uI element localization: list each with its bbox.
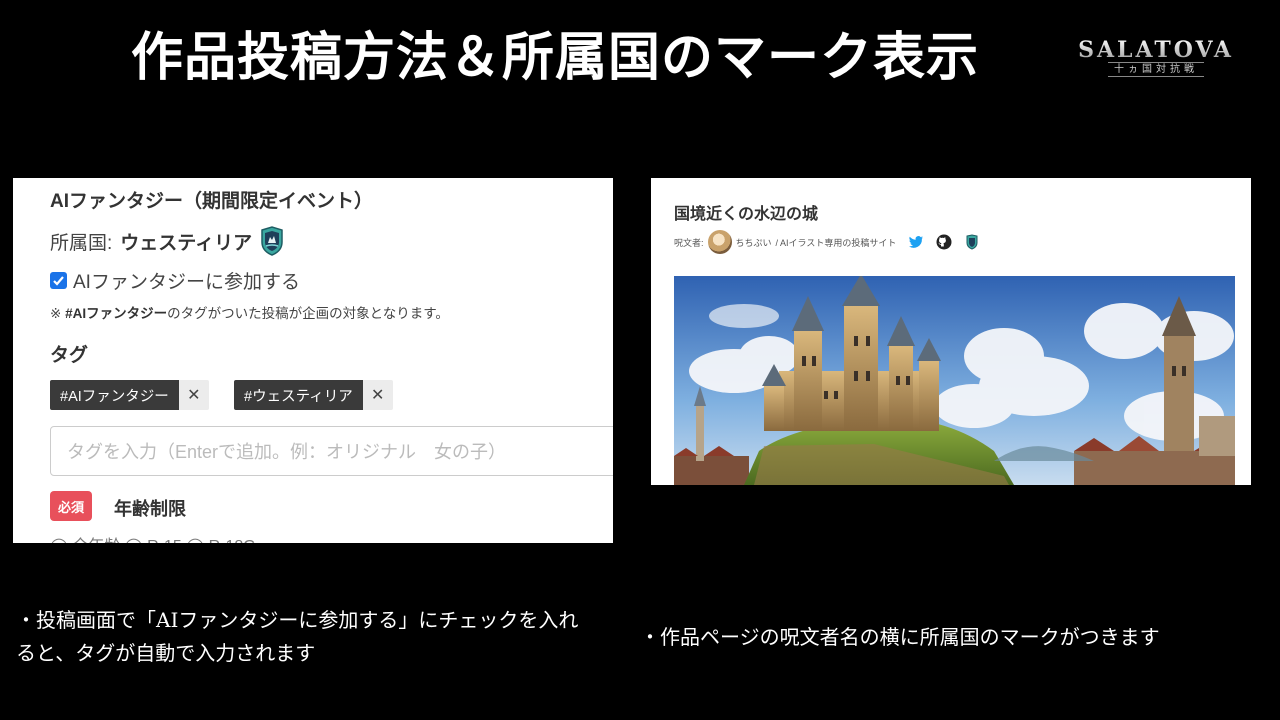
site-name: / AIイラスト専用の投稿サイト [775, 237, 897, 248]
author-label: 呪文者: [674, 237, 704, 248]
remove-tag-button[interactable]: ✕ [362, 380, 393, 410]
nation-label: 所属国: [50, 232, 113, 254]
tag-chip: #ウェスティリア ✕ [234, 380, 393, 410]
author-avatar[interactable] [707, 230, 732, 254]
join-event-checkbox[interactable] [50, 272, 67, 289]
event-note: ※ #AIファンタジーのタグがついた投稿が企画の対象となります。 [50, 302, 449, 322]
tags-heading: タグ [50, 345, 89, 366]
salatova-logo: SALATOVA 十ヵ国対抗戦 [1068, 36, 1244, 78]
tag-chip-label: #ウェスティリア [234, 380, 363, 410]
author-row: 呪文者: ちちぷい / AIイラスト専用の投稿サイト [674, 230, 980, 254]
caption-right: ・作品ページの呪文者名の横に所属国のマークがつきます [640, 625, 1160, 649]
github-icon[interactable] [936, 234, 952, 250]
tag-chip-label: #AIファンタジー [50, 380, 179, 410]
note-rest: のタグがついた投稿が企画の対象となります。 [167, 306, 449, 321]
slide-title: 作品投稿方法＆所属国のマーク表示 [130, 27, 979, 88]
join-event-label: AIファンタジーに参加する [73, 272, 300, 293]
age-restriction-heading: 年齢制限 [114, 499, 186, 519]
twitter-icon[interactable] [908, 234, 924, 250]
note-prefix: ※ [50, 306, 62, 321]
artwork-title: 国境近くの水辺の城 [674, 206, 819, 223]
author-name[interactable]: ちちぷい [736, 236, 772, 249]
remove-tag-button[interactable]: ✕ [178, 380, 209, 410]
artwork-page-panel: 国境近くの水辺の城 呪文者: ちちぷい / AIイラスト専用の投稿サイト [651, 178, 1251, 485]
nation-row: 所属国: ウェスティリア [50, 226, 284, 256]
required-badge: 必須 [50, 491, 93, 521]
logo-main-text: SALATOVA [1078, 36, 1234, 63]
nation-crest-icon [964, 234, 980, 250]
artwork-image[interactable] [674, 274, 1235, 485]
join-event-checkbox-row[interactable]: AIファンタジーに参加する [50, 267, 300, 294]
age-restriction-options[interactable]: ◯ 全年齢 ◯ R-15 ◯ R-18G [50, 532, 256, 543]
caption-left: ・投稿画面で「AIファンタジーに参加する」にチェックを入れると、タグが自動で入力… [16, 608, 579, 665]
note-tag: #AIファンタジー [65, 306, 168, 321]
tag-chip: #AIファンタジー ✕ [50, 380, 209, 410]
tag-input[interactable]: タグを入力（Enterで追加。例：オリジナル 女の子） [50, 426, 613, 476]
nation-name: ウェスティリア [120, 232, 253, 254]
posting-form-panel: AIファンタジー（期間限定イベント） 所属国: ウェスティリア AIファンタジー… [13, 178, 613, 543]
nation-crest-icon [260, 226, 284, 256]
event-heading: AIファンタジー（期間限定イベント） [50, 191, 374, 212]
logo-sub-text: 十ヵ国対抗戦 [1108, 61, 1204, 77]
